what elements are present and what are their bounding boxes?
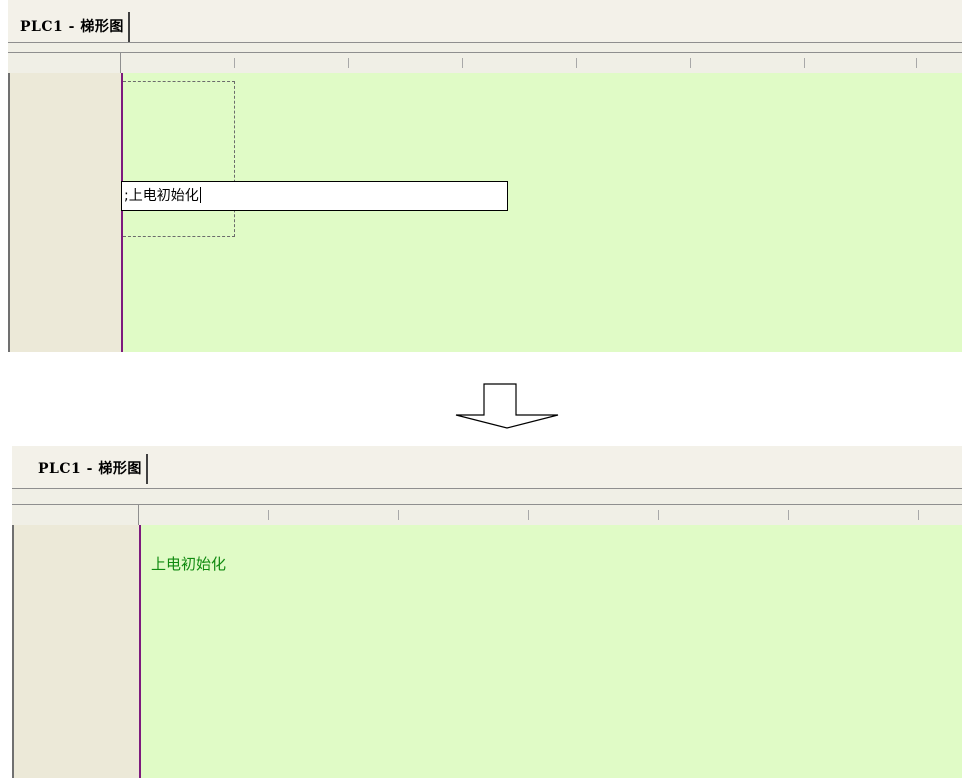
ruler-tick	[234, 58, 235, 68]
ruler-tick	[348, 58, 349, 68]
column-ruler	[12, 504, 962, 526]
comment-edit-input[interactable]: ;上电初始化	[121, 181, 508, 211]
ruler-tick	[462, 58, 463, 68]
column-ruler	[8, 52, 962, 74]
ruler-tick	[690, 58, 691, 68]
ruler-tick	[916, 58, 917, 68]
ladder-canvas[interactable]: ;上电初始化	[121, 73, 962, 352]
ruler-tick	[658, 510, 659, 520]
tab-ladder-diagram[interactable]: PLC1 - 梯形图	[16, 12, 130, 42]
ruler-tick	[398, 510, 399, 520]
ruler-separator	[138, 505, 139, 525]
ruler-tick	[788, 510, 789, 520]
tab-bar: PLC1 - 梯形图	[8, 0, 962, 43]
cell-selection-cursor	[123, 81, 235, 237]
rung-comment[interactable]: 上电初始化	[151, 553, 226, 574]
ruler-tick	[804, 58, 805, 68]
ruler-separator	[120, 53, 121, 73]
ruler-tick	[918, 510, 919, 520]
step-number-gutter	[8, 73, 123, 352]
ladder-canvas[interactable]: 上电初始化	[139, 525, 962, 778]
ladder-editor-panel-after: PLC1 - 梯形图 上电初始化	[12, 446, 962, 778]
tab-bar: PLC1 - 梯形图	[12, 446, 962, 489]
ladder-editor-panel-before: PLC1 - 梯形图 ;上电初始化	[8, 0, 962, 352]
ruler-tick	[268, 510, 269, 520]
down-arrow-icon	[455, 383, 559, 429]
ruler-tick	[576, 58, 577, 68]
tab-ladder-diagram[interactable]: PLC1 - 梯形图	[34, 454, 148, 484]
step-number-gutter	[12, 525, 141, 778]
comment-edit-text: ;上电初始化	[124, 188, 199, 204]
ruler-tick	[528, 510, 529, 520]
text-caret	[199, 187, 201, 203]
